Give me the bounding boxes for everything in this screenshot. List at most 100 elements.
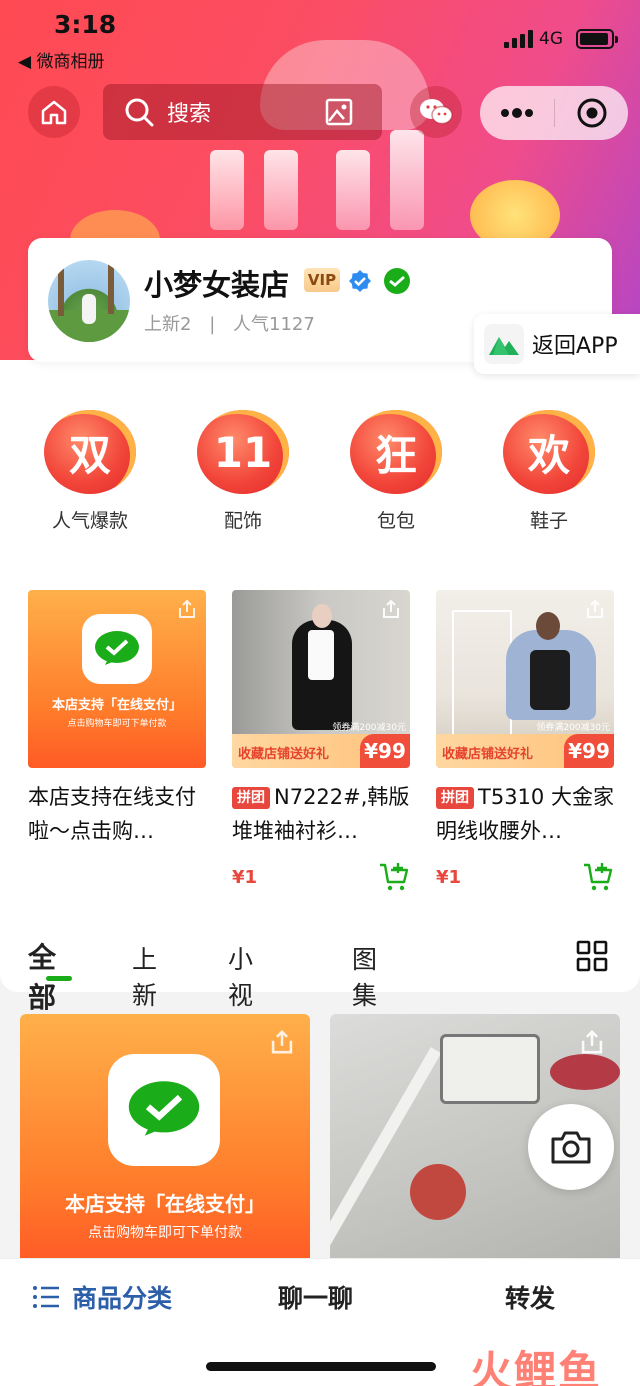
product-price: ¥1 <box>436 866 462 888</box>
photo-object <box>550 1054 620 1090</box>
category-menu-button[interactable]: 商品分类 <box>32 1279 172 1315</box>
popularity-count: 人气1127 <box>233 314 315 335</box>
return-app-button[interactable]: 返回APP <box>474 314 640 374</box>
signal-icon <box>504 30 533 48</box>
shop-avatar[interactable] <box>48 260 130 342</box>
product-image: 领券满200减30元 收藏店铺送好礼 ¥99 <box>436 590 614 768</box>
list-icon <box>33 1286 59 1308</box>
category-icon: 欢 <box>503 410 595 494</box>
more-options-button[interactable] <box>480 108 554 118</box>
close-miniprogram-button[interactable] <box>555 97 628 129</box>
category-bags[interactable]: 狂 包包 <box>346 410 446 533</box>
photo-object <box>440 1034 540 1104</box>
new-items-count: 上新2 <box>144 314 192 335</box>
category-shoes[interactable]: 欢 鞋子 <box>499 410 599 533</box>
product-photo-head <box>536 612 560 640</box>
category-menu-label: 商品分类 <box>72 1284 173 1313</box>
stats-separator: | <box>209 314 216 335</box>
tab-albums[interactable]: 图集 <box>352 940 377 1012</box>
home-indicator[interactable] <box>206 1362 436 1371</box>
add-to-cart-icon[interactable] <box>378 862 410 892</box>
target-close-icon <box>577 98 606 128</box>
wechat-pay-logo <box>108 1054 220 1166</box>
category-icon: 11 <box>197 410 289 494</box>
shop-stats: 上新2 | 人气1127 <box>144 310 327 336</box>
grid-view-icon[interactable] <box>576 940 608 972</box>
share-icon[interactable] <box>268 1028 296 1056</box>
product-price: ¥1 <box>232 866 258 888</box>
shop-name: 小梦女装店 <box>144 268 290 302</box>
promo-coupon: 领券满200减30元 <box>332 723 406 733</box>
promo-text: 收藏店铺送好礼 <box>442 747 534 762</box>
watermark: 火鲤鱼 <box>470 1347 603 1386</box>
battery-icon <box>576 29 618 49</box>
promo-price: ¥99 <box>360 734 410 768</box>
price-row: ¥1 <box>232 862 410 892</box>
banner-decoration <box>336 150 370 230</box>
wechat-pay-badge <box>384 268 410 294</box>
share-icon[interactable] <box>584 598 606 620</box>
product-photo-vest <box>530 650 570 710</box>
banner-decoration <box>390 130 424 230</box>
search-bar[interactable]: 搜索 <box>103 84 382 140</box>
product-title: 拼团 N7222#,韩版堆堆袖衬衫… <box>232 780 410 848</box>
banner-subtitle: 点击购物车即可下单付款 <box>88 1225 242 1241</box>
banner-subtitle: 点击购物车即可下单付款 <box>67 719 167 729</box>
photo-stripe <box>330 1047 442 1261</box>
return-app-label: 返回APP <box>532 334 618 359</box>
vip-badge: VIP <box>304 268 340 292</box>
forward-button[interactable]: 转发 <box>505 1279 555 1315</box>
photo-object <box>410 1164 466 1220</box>
promo-text: 收藏店铺送好礼 <box>238 747 330 762</box>
back-to-app-link[interactable]: ◀ 微商相册 <box>18 47 104 72</box>
share-icon[interactable] <box>176 598 198 620</box>
category-accessories[interactable]: 11 配饰 <box>193 410 293 533</box>
product-photo-face <box>312 604 332 628</box>
category-hot[interactable]: 双 人气爆款 <box>40 410 140 533</box>
product-card[interactable]: 本店支持「在线支付」 点击购物车即可下单付款 本店支持在线支付啦～点击购… <box>28 590 206 848</box>
image-search-icon[interactable] <box>324 97 354 127</box>
category-label: 人气爆款 <box>51 510 128 532</box>
wechat-share-button[interactable] <box>410 86 462 138</box>
group-buy-tag: 拼团 <box>436 787 474 809</box>
miniprogram-capsule <box>480 86 628 140</box>
product-photo-vest <box>308 630 334 680</box>
camera-button[interactable] <box>528 1104 614 1190</box>
category-label: 配饰 <box>223 510 262 532</box>
app-logo-icon <box>484 324 524 364</box>
active-tab-indicator <box>46 976 72 981</box>
product-card[interactable]: 领券满200减30元 收藏店铺送好礼 ¥99 拼团 N7222#,韩版堆堆袖衬衫…… <box>232 590 410 892</box>
share-icon[interactable] <box>380 598 402 620</box>
category-label: 鞋子 <box>529 510 568 532</box>
banner-decoration <box>210 150 244 230</box>
category-icon: 双 <box>44 410 136 494</box>
product-image: 领券满200减30元 收藏店铺送好礼 ¥99 <box>232 590 410 768</box>
search-placeholder: 搜索 <box>167 102 212 127</box>
promo-price: ¥99 <box>564 734 614 768</box>
home-button[interactable] <box>28 86 80 138</box>
product-image: 本店支持「在线支付」 点击购物车即可下单付款 <box>28 590 206 768</box>
verified-badge-icon <box>349 270 371 292</box>
product-photo-wall <box>452 610 512 740</box>
tab-all[interactable]: 全部 <box>28 936 72 1016</box>
product-card[interactable]: 领券满200减30元 收藏店铺送好礼 ¥99 拼团 T5310 大金家明线收腰外…… <box>436 590 614 892</box>
group-buy-tag: 拼团 <box>232 787 270 809</box>
product-title: 拼团 T5310 大金家明线收腰外… <box>436 780 614 848</box>
share-icon[interactable] <box>578 1028 606 1056</box>
tab-new[interactable]: 上新 <box>132 940 157 1012</box>
promo-coupon: 领券满200减30元 <box>536 723 610 733</box>
check-icon <box>389 275 405 287</box>
network-type: 4G <box>539 29 563 49</box>
avatar-tree <box>58 266 64 316</box>
more-dots-icon <box>501 108 533 118</box>
price-row: ¥1 <box>436 862 614 892</box>
wechat-pay-icon <box>95 631 139 665</box>
wechat-icon <box>420 99 453 125</box>
feed-card[interactable]: 本店支持「在线支付」 点击购物车即可下单付款 <box>20 1014 310 1264</box>
add-to-cart-icon[interactable] <box>582 862 614 892</box>
banner-decoration <box>264 150 298 230</box>
home-icon <box>41 100 67 125</box>
wechat-pay-icon <box>128 1081 200 1136</box>
chat-button[interactable]: 聊一聊 <box>278 1279 353 1315</box>
wechat-pay-logo <box>82 614 152 684</box>
